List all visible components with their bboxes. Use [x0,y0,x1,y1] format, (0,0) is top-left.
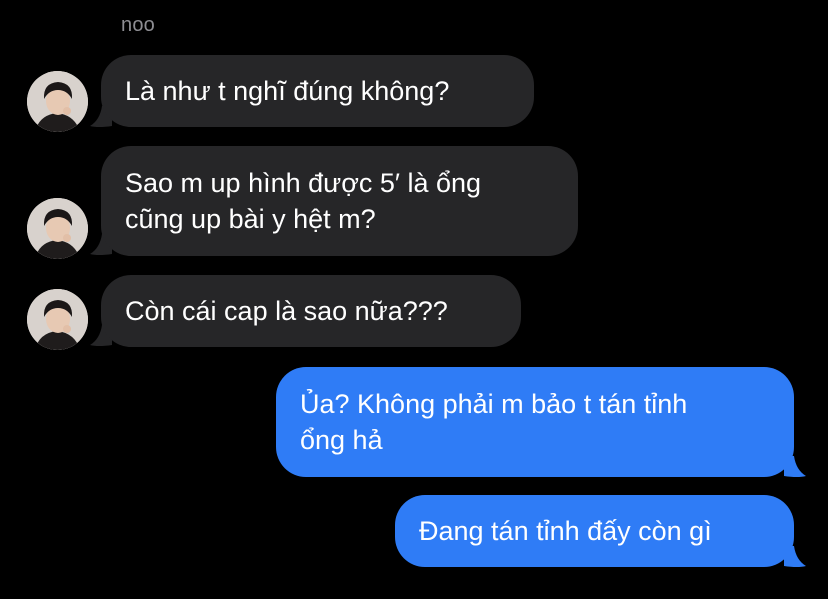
outgoing-bubble-tail [784,456,806,477]
avatar-photo-icon [27,198,88,259]
outgoing-message-bubble[interactable]: Ủa? Không phải m bảo t tán tỉnh ổng hả [276,367,794,477]
message-text: Còn cái cap là sao nữa??? [125,296,448,326]
message-text: Là như t nghĩ đúng không? [125,76,450,106]
avatar-photo-icon [27,289,88,350]
avatar-photo-icon [27,71,88,132]
contact-avatar[interactable] [27,289,88,350]
message-text: Sao m up hình được 5′ là ổng cũng up bài… [125,168,482,234]
contact-avatar[interactable] [27,198,88,259]
message-text: Ủa? Không phải m bảo t tán tỉnh ổng hả [300,389,688,455]
incoming-message-bubble[interactable]: Là như t nghĩ đúng không? [101,55,534,127]
outgoing-bubble-tail [784,546,806,567]
incoming-message-bubble[interactable]: Còn cái cap là sao nữa??? [101,275,521,347]
sender-name: noo [121,14,155,36]
contact-avatar[interactable] [27,71,88,132]
message-text: Đang tán tỉnh đấy còn gì [419,516,712,546]
incoming-message-bubble[interactable]: Sao m up hình được 5′ là ổng cũng up bài… [101,146,578,256]
outgoing-message-bubble[interactable]: Đang tán tỉnh đấy còn gì [395,495,794,567]
